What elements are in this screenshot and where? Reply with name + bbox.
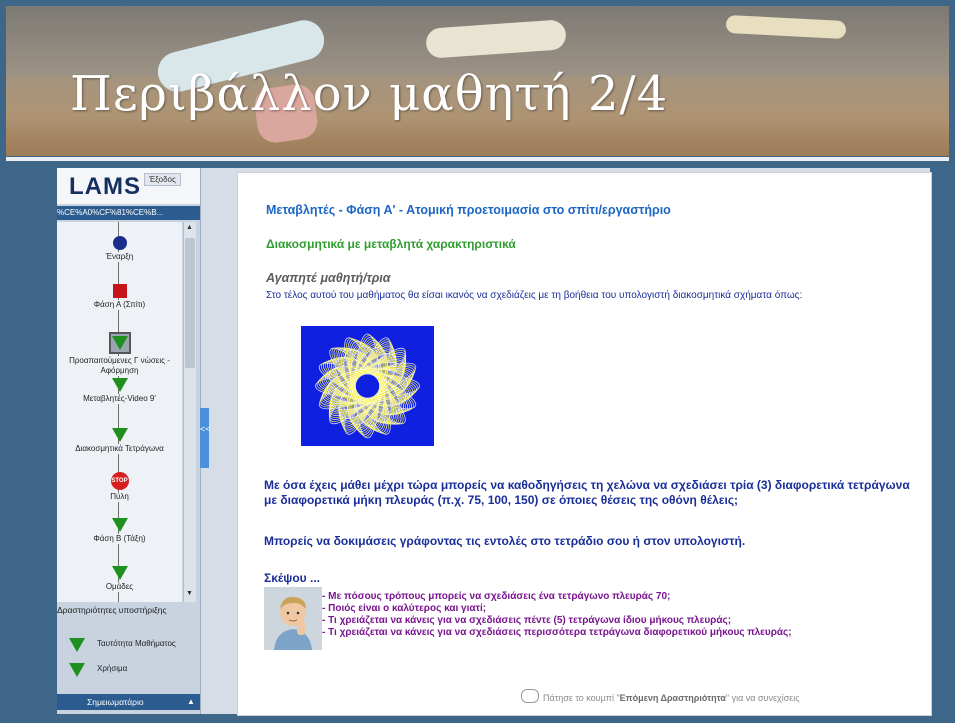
support-item-label: Χρήσιμα xyxy=(97,664,128,673)
notebook-label: Σημειωματάριο xyxy=(87,697,144,707)
activity-triangle-icon xyxy=(111,378,128,392)
think-heading: Σκέψου ... xyxy=(264,571,320,585)
activity-title: Μεταβλητές - Φάση Α' - Ατομική προετοιμα… xyxy=(266,203,671,217)
question-item: - Τι χρειάζεται να κάνεις για να σχεδιάσ… xyxy=(322,615,732,626)
question-item: - Τι χρειάζεται να κάνεις για να σχεδιάσ… xyxy=(322,627,792,638)
node-label: Προαπαιτούμενες Γ νώσεις - Αφόρμηση xyxy=(57,356,182,376)
expand-up-icon[interactable]: ▲ xyxy=(187,694,195,710)
sequence-map: Έναρξη Φάση Α (Σπίτι) Προαπαιτούμενες Γ … xyxy=(57,222,182,602)
activity-content: Μεταβλητές - Φάση Α' - Ατομική προετοιμα… xyxy=(237,172,932,716)
hint-prefix: Πάτησε το κουμπί " xyxy=(543,693,620,703)
exit-button[interactable]: Έξοδος xyxy=(144,173,181,186)
node-prerequisites[interactable]: Προαπαιτούμενες Γ νώσεις - Αφόρμηση xyxy=(57,332,182,376)
info-icon xyxy=(521,689,539,703)
support-item-label: Ταυτότητα Μαθήματος xyxy=(97,639,176,648)
question-item: - Με πόσους τρόπους μπορείς να σχεδιάσει… xyxy=(322,591,671,602)
node-decorative-squares[interactable]: Διακοσμητικά Τετράγωνα xyxy=(57,428,182,454)
node-label: Φάση Β (Τάξη) xyxy=(57,534,182,544)
activity-subtitle: Διακοσμητικά με μεταβλητά χαρακτηριστικά xyxy=(266,237,516,251)
activity-triangle-icon xyxy=(111,566,128,580)
question-item: - Ποιός είναι ο καλύτερος και γιατί; xyxy=(322,603,487,614)
node-phase-b[interactable]: Φάση Β (Τάξη) xyxy=(57,518,182,544)
node-label: Φάση Α (Σπίτι) xyxy=(57,300,182,310)
hint-suffix: " για να συνεχίσεις xyxy=(725,693,800,703)
node-phase-a[interactable]: Φάση Α (Σπίτι) xyxy=(57,284,182,310)
try-prompt: Μπορείς να δοκιμάσεις γράφοντας τις εντο… xyxy=(264,534,746,548)
collapse-sidebar-tab[interactable]: << xyxy=(200,408,211,468)
node-label: Έναρξη xyxy=(57,252,182,262)
lams-logo: LAMS xyxy=(69,173,141,200)
lms-screenshot: LAMS Έξοδος %CE%A0%CF%81%CE%B... Έναρξη … xyxy=(57,168,932,716)
support-item-useful[interactable]: Χρήσιμα xyxy=(69,660,194,680)
start-circle-icon xyxy=(112,236,127,250)
node-label: Μεταβλητές-Video 9' xyxy=(57,394,182,404)
notebook-bar[interactable]: Σημειωματάριο ▲ xyxy=(57,694,200,710)
group-square-icon xyxy=(112,284,127,298)
node-variables-video[interactable]: Μεταβλητές-Video 9' xyxy=(57,378,182,404)
current-activity-icon xyxy=(108,332,131,354)
scroll-down-icon[interactable]: ▼ xyxy=(186,590,193,597)
activity-triangle-icon xyxy=(111,428,128,442)
header-divider xyxy=(6,157,949,161)
sequence-scrollbar[interactable]: ▲ ▼ xyxy=(183,222,196,602)
collapse-arrows: << xyxy=(200,424,211,434)
support-activities-header: Δραστηριότητες υποστήριξης xyxy=(57,605,200,619)
node-label: Πύλη xyxy=(57,492,182,502)
chalk-stick-yellow xyxy=(725,14,847,40)
decorative-pattern-image xyxy=(301,326,434,446)
node-groups[interactable]: Ομάδες xyxy=(57,566,182,592)
chalk-stick-white xyxy=(425,19,567,59)
rosette-pattern-icon xyxy=(315,333,420,439)
scroll-up-icon[interactable]: ▲ xyxy=(186,224,193,231)
intro-text: Στο τέλος αυτού του μαθήματος θα είσαι ι… xyxy=(266,290,803,301)
slide-title: Περιβάλλον μαθητή 2/4 xyxy=(70,66,669,122)
sequence-line xyxy=(118,222,119,602)
greeting: Αγαπητέ μαθητή/τρια xyxy=(266,271,391,285)
node-start[interactable]: Έναρξη xyxy=(57,236,182,262)
stop-gate-icon: STOP xyxy=(110,472,129,490)
slide-header-image: Περιβάλλον μαθητή 2/4 xyxy=(6,6,949,156)
thinking-boy-image xyxy=(264,587,322,650)
activity-triangle-icon xyxy=(69,638,85,652)
task-text: Με όσα έχεις μάθει μέχρι τώρα μπορείς να… xyxy=(264,478,910,507)
learner-sidebar: LAMS Έξοδος %CE%A0%CF%81%CE%B... Έναρξη … xyxy=(57,168,201,714)
logo-area: LAMS Έξοδος xyxy=(57,168,200,204)
node-label: Διακοσμητικά Τετράγωνα xyxy=(57,444,182,454)
scrollbar-thumb[interactable] xyxy=(185,238,195,368)
activity-triangle-icon xyxy=(111,518,128,532)
next-activity-label: Επόμενη Δραστηριότητα xyxy=(619,693,726,703)
next-activity-hint: Πάτησε το κουμπί "Επόμενη Δραστηριότητα"… xyxy=(521,689,800,703)
activity-triangle-icon xyxy=(69,663,85,677)
support-item-course-id[interactable]: Ταυτότητα Μαθήματος xyxy=(69,635,194,655)
node-label: Ομάδες xyxy=(57,582,182,592)
slide-frame: Περιβάλλον μαθητή 2/4 LAMS Έξοδος %CE%A0… xyxy=(0,0,955,723)
course-id-bar: %CE%A0%CF%81%CE%B... xyxy=(57,206,200,220)
node-gate[interactable]: STOP Πύλη xyxy=(57,472,182,502)
